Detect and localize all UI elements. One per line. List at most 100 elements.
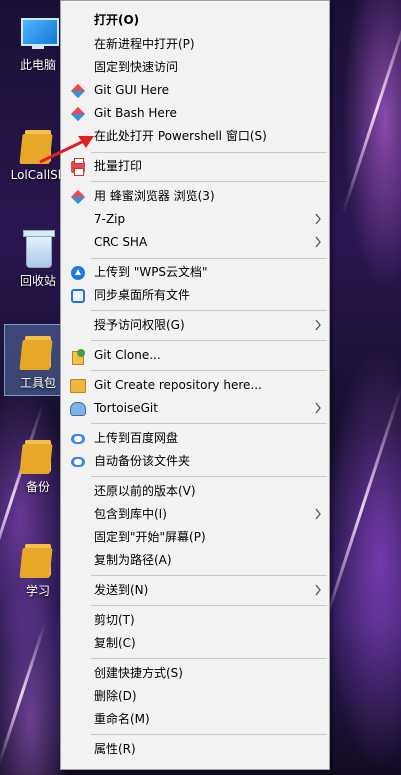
menu-item-label: 固定到快速访问	[94, 60, 179, 74]
menu-separator	[91, 476, 327, 477]
menu-item-label: 打开(O)	[94, 13, 140, 27]
menu-item-tortoisegit[interactable]: TortoiseGit	[62, 397, 328, 419]
menu-item-label: 在新进程中打开(P)	[94, 37, 195, 51]
desktop-icon-label: 回收站	[19, 274, 56, 288]
annotation-arrow-icon	[39, 136, 94, 164]
menu-item-label: 发送到(N)	[94, 583, 149, 597]
git-folder-icon	[70, 378, 86, 394]
menu-item-label: 复制为路径(A)	[94, 553, 172, 567]
git-icon	[70, 83, 86, 99]
menu-item-create-shortcut[interactable]: 创建快捷方式(S)	[62, 662, 328, 684]
computer-icon	[19, 16, 59, 52]
context-menu: 打开(O) 在新进程中打开(P) 固定到快速访问 Git GUI Here Gi…	[60, 0, 330, 770]
desktop-icon-backup[interactable]: 备份	[8, 434, 68, 495]
menu-item-rename[interactable]: 重命名(M)	[62, 708, 328, 730]
menu-item-label: 上传到百度网盘	[94, 431, 179, 445]
menu-item-auto-backup[interactable]: 自动备份该文件夹	[62, 450, 328, 472]
menu-separator	[91, 734, 327, 735]
menu-item-label: 包含到库中(I)	[94, 507, 167, 521]
desktop-icon-label: 备份	[25, 480, 50, 494]
menu-separator	[91, 575, 327, 576]
desktop-icon-recycle-bin[interactable]: 回收站	[8, 228, 68, 289]
menu-item-label: 复制(C)	[94, 636, 136, 650]
menu-separator	[91, 423, 327, 424]
menu-item-open-new-process[interactable]: 在新进程中打开(P)	[62, 33, 328, 55]
desktop-icon-toolkit[interactable]: 工具包	[8, 330, 68, 391]
folder-icon	[21, 538, 55, 578]
menu-item-git-gui[interactable]: Git GUI Here	[62, 79, 328, 101]
menu-separator	[91, 658, 327, 659]
menu-item-crc-sha[interactable]: CRC SHA	[62, 231, 328, 253]
menu-item-cut[interactable]: 剪切(T)	[62, 609, 328, 631]
cloud-upload-icon	[70, 265, 86, 281]
menu-item-label: 删除(D)	[94, 689, 137, 703]
menu-item-grant-access[interactable]: 授予访问权限(G)	[62, 314, 328, 336]
menu-item-label: CRC SHA	[94, 235, 148, 249]
git-clone-icon	[70, 348, 86, 365]
desktop-icon-label: LolCallSh	[10, 168, 66, 182]
tortoisegit-icon	[70, 401, 86, 417]
menu-item-pin-start[interactable]: 固定到"开始"屏幕(P)	[62, 526, 328, 548]
menu-item-label: Git GUI Here	[94, 83, 170, 97]
menu-item-label: 批量打印	[94, 159, 143, 173]
menu-item-send-to[interactable]: 发送到(N)	[62, 579, 328, 601]
menu-separator	[91, 310, 327, 311]
folder-icon	[21, 434, 55, 474]
light-streak	[341, 4, 401, 216]
sync-icon	[70, 288, 86, 304]
menu-item-label: 还原以前的版本(V)	[94, 484, 196, 498]
light-streak	[0, 623, 47, 767]
menu-separator	[91, 340, 327, 341]
menu-item-7zip[interactable]: 7-Zip	[62, 208, 328, 230]
chevron-right-icon	[315, 402, 321, 414]
desktop-icon-label: 工具包	[19, 376, 56, 390]
menu-item-delete[interactable]: 删除(D)	[62, 685, 328, 707]
menu-item-pin-quick-access[interactable]: 固定到快速访问	[62, 56, 328, 78]
menu-item-upload-wps[interactable]: 上传到 "WPS云文档"	[62, 261, 328, 283]
menu-item-git-clone[interactable]: Git Clone...	[62, 344, 328, 366]
menu-item-label: 剪切(T)	[94, 613, 135, 627]
menu-item-label: 固定到"开始"屏幕(P)	[94, 530, 206, 544]
menu-item-label: Git Bash Here	[94, 106, 177, 120]
menu-item-sync-desktop[interactable]: 同步桌面所有文件	[62, 284, 328, 306]
menu-item-restore-versions[interactable]: 还原以前的版本(V)	[62, 480, 328, 502]
menu-item-properties[interactable]: 属性(R)	[62, 738, 328, 760]
menu-item-label: 用 蜂蜜浏览器 浏览(3)	[94, 189, 215, 203]
menu-separator	[91, 370, 327, 371]
menu-separator	[91, 152, 327, 153]
menu-item-git-bash[interactable]: Git Bash Here	[62, 102, 328, 124]
menu-item-label: Git Create repository here...	[94, 378, 262, 392]
menu-item-copy[interactable]: 复制(C)	[62, 632, 328, 654]
menu-separator	[91, 605, 327, 606]
chevron-right-icon	[315, 584, 321, 596]
chevron-right-icon	[315, 236, 321, 248]
menu-item-include-library[interactable]: 包含到库中(I)	[62, 503, 328, 525]
baidu-netdisk-icon	[70, 431, 86, 447]
menu-item-label: 在此处打开 Powershell 窗口(S)	[94, 129, 267, 143]
qq-folder-icon	[21, 330, 55, 370]
menu-item-label: 属性(R)	[94, 742, 136, 756]
baidu-netdisk-icon	[70, 454, 86, 470]
desktop-icon-label: 此电脑	[19, 58, 56, 72]
menu-item-browse-honey[interactable]: 用 蜂蜜浏览器 浏览(3)	[62, 185, 328, 207]
menu-item-upload-baidu[interactable]: 上传到百度网盘	[62, 427, 328, 449]
menu-item-git-create-repo[interactable]: Git Create repository here...	[62, 374, 328, 396]
menu-item-label: 自动备份该文件夹	[94, 454, 191, 468]
recycle-bin-icon	[23, 228, 55, 268]
desktop-icon-label: 学习	[25, 584, 50, 598]
menu-item-label: TortoiseGit	[94, 401, 158, 415]
menu-item-label: 重命名(M)	[94, 712, 150, 726]
menu-item-batch-print[interactable]: 批量打印	[62, 155, 328, 177]
menu-separator	[91, 258, 327, 259]
menu-item-label: Git Clone...	[94, 348, 161, 362]
desktop-icon-study[interactable]: 学习	[8, 538, 68, 599]
menu-item-open-powershell[interactable]: 在此处打开 Powershell 窗口(S)	[62, 125, 328, 147]
menu-item-copy-path[interactable]: 复制为路径(A)	[62, 549, 328, 571]
menu-item-label: 授予访问权限(G)	[94, 318, 185, 332]
chevron-right-icon	[315, 508, 321, 520]
menu-item-label: 同步桌面所有文件	[94, 288, 191, 302]
menu-separator	[91, 181, 327, 182]
desktop-icon-this-pc[interactable]: 此电脑	[8, 16, 68, 73]
menu-item-label: 创建快捷方式(S)	[94, 666, 183, 680]
menu-item-open[interactable]: 打开(O)	[62, 9, 328, 31]
